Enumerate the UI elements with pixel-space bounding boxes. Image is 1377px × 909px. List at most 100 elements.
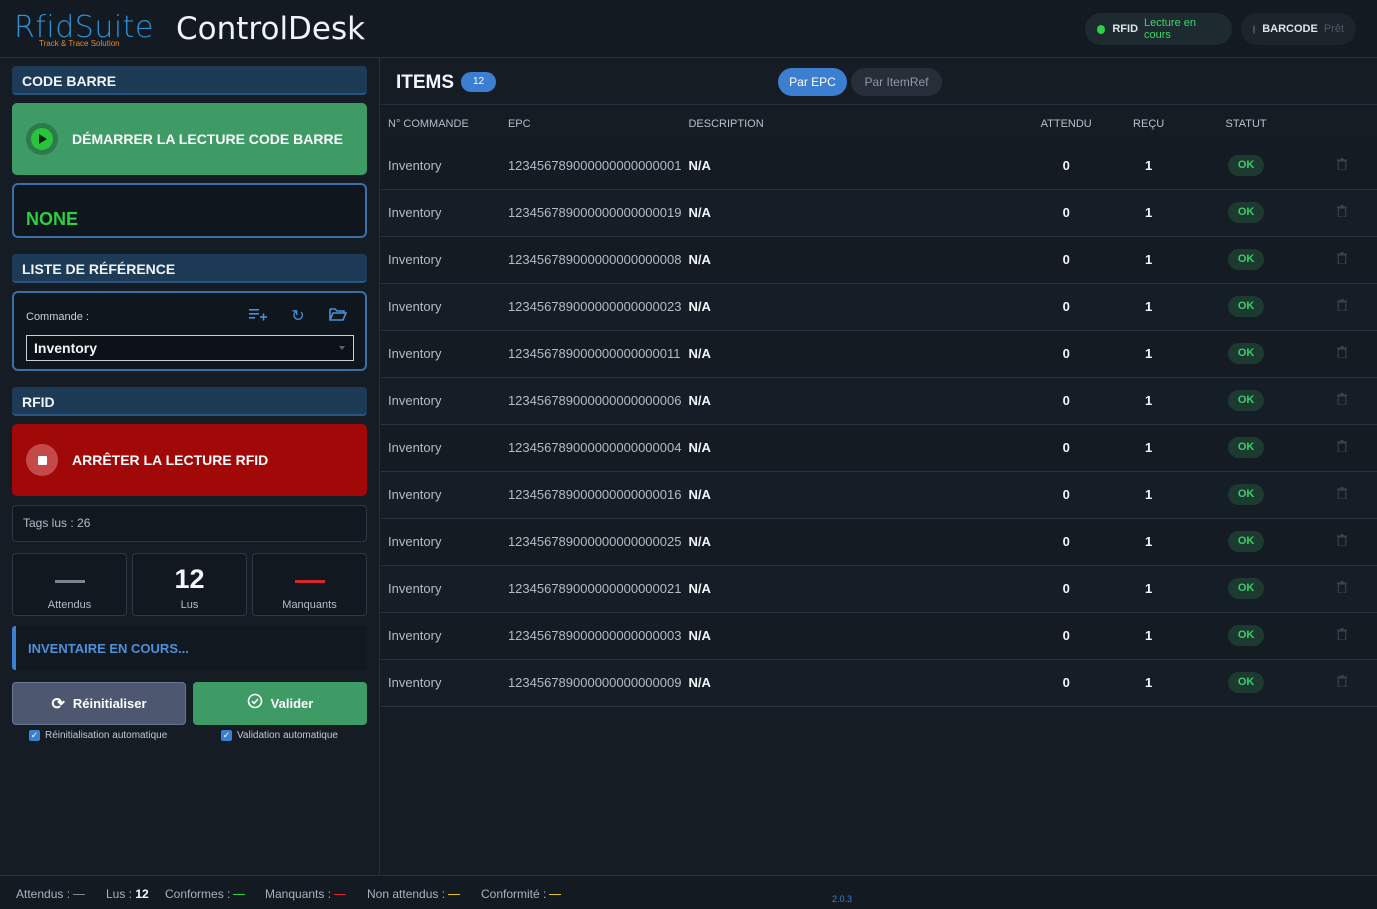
table-row[interactable]: Inventory 123456789000000000000019 N/A 0 1 OK — [381, 189, 1377, 237]
table-row[interactable]: Inventory 123456789000000000000006 N/A 0 1 OK — [381, 377, 1377, 425]
app-version: 2.0.3 — [832, 894, 853, 904]
auto-validate-checkbox[interactable]: ✓ Validation automatique — [221, 730, 338, 741]
row-description: N/A — [681, 659, 1022, 707]
add-list-icon[interactable] — [248, 307, 268, 327]
row-order: Inventory — [381, 330, 501, 378]
column-expected[interactable]: ATTENDU — [1021, 106, 1111, 142]
trash-icon[interactable] — [1336, 487, 1347, 502]
status-badge: OK — [1228, 484, 1265, 505]
row-status: OK — [1186, 142, 1307, 190]
status-badge: OK — [1228, 625, 1265, 646]
trash-icon[interactable] — [1336, 440, 1347, 455]
order-select[interactable]: Inventory — [26, 335, 354, 361]
row-epc: 123456789000000000000004 — [500, 424, 682, 472]
missing-dash — [295, 580, 325, 583]
table-row[interactable]: Inventory 123456789000000000000003 N/A 0 1 OK — [381, 612, 1377, 660]
row-status: OK — [1186, 283, 1307, 331]
status-badge: OK — [1228, 296, 1265, 317]
footer-unexpected-dash — [448, 894, 461, 896]
play-icon — [26, 123, 58, 155]
row-order: Inventory — [381, 189, 501, 237]
table-row[interactable]: Inventory 123456789000000000000025 N/A 0 1 OK — [381, 518, 1377, 566]
status-badge: OK — [1228, 343, 1265, 364]
trash-icon[interactable] — [1336, 205, 1347, 220]
row-expected: 0 — [1021, 330, 1112, 378]
column-epc[interactable]: EPC — [501, 106, 682, 142]
row-delete — [1306, 424, 1377, 472]
footer-missing: Manquants : — [265, 887, 347, 901]
reset-icon: ⟳ — [51, 695, 65, 713]
table-row[interactable]: Inventory 123456789000000000000023 N/A 0 1 OK — [381, 283, 1377, 331]
barcode-status-label: BARCODE — [1262, 23, 1318, 35]
tab-by-epc[interactable]: Par EPC — [778, 68, 847, 96]
validate-label: Valider — [270, 696, 314, 711]
row-epc: 123456789000000000000016 — [500, 471, 682, 519]
status-badge: OK — [1228, 578, 1265, 599]
barcode-status-text: Prêt — [1323, 23, 1344, 35]
column-description[interactable]: DESCRIPTION — [681, 106, 1021, 142]
row-order: Inventory — [381, 236, 501, 284]
footer-expected-label: Attendus : — [16, 887, 71, 901]
tab-by-itemref[interactable]: Par ItemRef — [851, 68, 942, 96]
row-status: OK — [1186, 424, 1307, 472]
status-footer: Attendus : Lus : 12 Conformes : Manquant… — [0, 875, 1377, 909]
rfid-status-dot-icon — [1097, 24, 1106, 34]
folder-open-icon[interactable] — [328, 307, 348, 327]
row-epc: 123456789000000000000009 — [500, 659, 682, 707]
table-row[interactable]: Inventory 123456789000000000000004 N/A 0 1 OK — [381, 424, 1377, 472]
row-description: N/A — [681, 189, 1022, 237]
status-badge: OK — [1228, 390, 1265, 411]
row-expected: 0 — [1021, 283, 1112, 331]
table-row[interactable]: Inventory 123456789000000000000009 N/A 0 1 OK — [381, 659, 1377, 707]
row-expected: 0 — [1021, 471, 1112, 519]
trash-icon[interactable] — [1336, 581, 1347, 596]
chevron-down-icon — [339, 346, 345, 350]
auto-reset-checkbox[interactable]: ✓ Réinitialisation automatique — [29, 730, 167, 741]
validate-button[interactable]: Valider — [193, 682, 367, 725]
column-received[interactable]: REÇU — [1111, 106, 1186, 142]
table-row[interactable]: Inventory 123456789000000000000001 N/A 0 1 OK — [381, 142, 1377, 190]
refresh-icon[interactable]: ↻ — [288, 307, 308, 327]
row-received: 1 — [1111, 189, 1187, 237]
row-epc: 123456789000000000000025 — [500, 518, 682, 566]
trash-icon[interactable] — [1336, 393, 1347, 408]
row-epc: 123456789000000000000011 — [500, 330, 682, 378]
row-expected: 0 — [1021, 377, 1112, 425]
reset-button[interactable]: ⟳ Réinitialiser — [12, 682, 186, 725]
trash-icon[interactable] — [1336, 252, 1347, 267]
trash-icon[interactable] — [1336, 346, 1347, 361]
column-order[interactable]: N° COMMANDE — [381, 106, 501, 142]
table-header-row: N° COMMANDE EPC DESCRIPTION ATTENDU REÇU… — [381, 106, 1377, 142]
trash-icon[interactable] — [1336, 299, 1347, 314]
row-delete — [1306, 283, 1377, 331]
table-row[interactable]: Inventory 123456789000000000000016 N/A 0 1 OK — [381, 471, 1377, 519]
trash-icon[interactable] — [1336, 628, 1347, 643]
row-order: Inventory — [381, 659, 501, 707]
start-barcode-button[interactable]: DÉMARRER LA LECTURE CODE BARRE — [12, 103, 367, 175]
stat-read: 12 Lus — [132, 553, 247, 616]
row-delete — [1306, 565, 1377, 613]
footer-conformity-dash — [549, 894, 562, 896]
column-actions — [1306, 106, 1377, 142]
app-header: RfidSuite Track & Trace Solution Control… — [0, 0, 1377, 58]
row-delete — [1306, 612, 1377, 660]
status-badge: OK — [1228, 672, 1265, 693]
trash-icon[interactable] — [1336, 534, 1347, 549]
table-row[interactable]: Inventory 123456789000000000000011 N/A 0 1 OK — [381, 330, 1377, 378]
row-expected: 0 — [1021, 189, 1112, 237]
column-status[interactable]: STATUT — [1186, 106, 1306, 142]
row-received: 1 — [1111, 377, 1187, 425]
row-expected: 0 — [1021, 565, 1112, 613]
table-row[interactable]: Inventory 123456789000000000000021 N/A 0 1 OK — [381, 565, 1377, 613]
footer-read-label: Lus : — [106, 887, 133, 901]
order-select-value: Inventory — [34, 340, 98, 356]
row-delete — [1306, 189, 1377, 237]
reset-label: Réinitialiser — [72, 696, 147, 711]
trash-icon[interactable] — [1336, 157, 1347, 173]
barcode-section-title: CODE BARRE — [12, 66, 367, 95]
row-order: Inventory — [381, 283, 501, 331]
table-row[interactable]: Inventory 123456789000000000000008 N/A 0 1 OK — [381, 236, 1377, 284]
stop-rfid-button[interactable]: ARRÊTER LA LECTURE RFID — [12, 424, 367, 496]
barcode-value: NONE — [26, 209, 79, 229]
trash-icon[interactable] — [1336, 675, 1347, 690]
